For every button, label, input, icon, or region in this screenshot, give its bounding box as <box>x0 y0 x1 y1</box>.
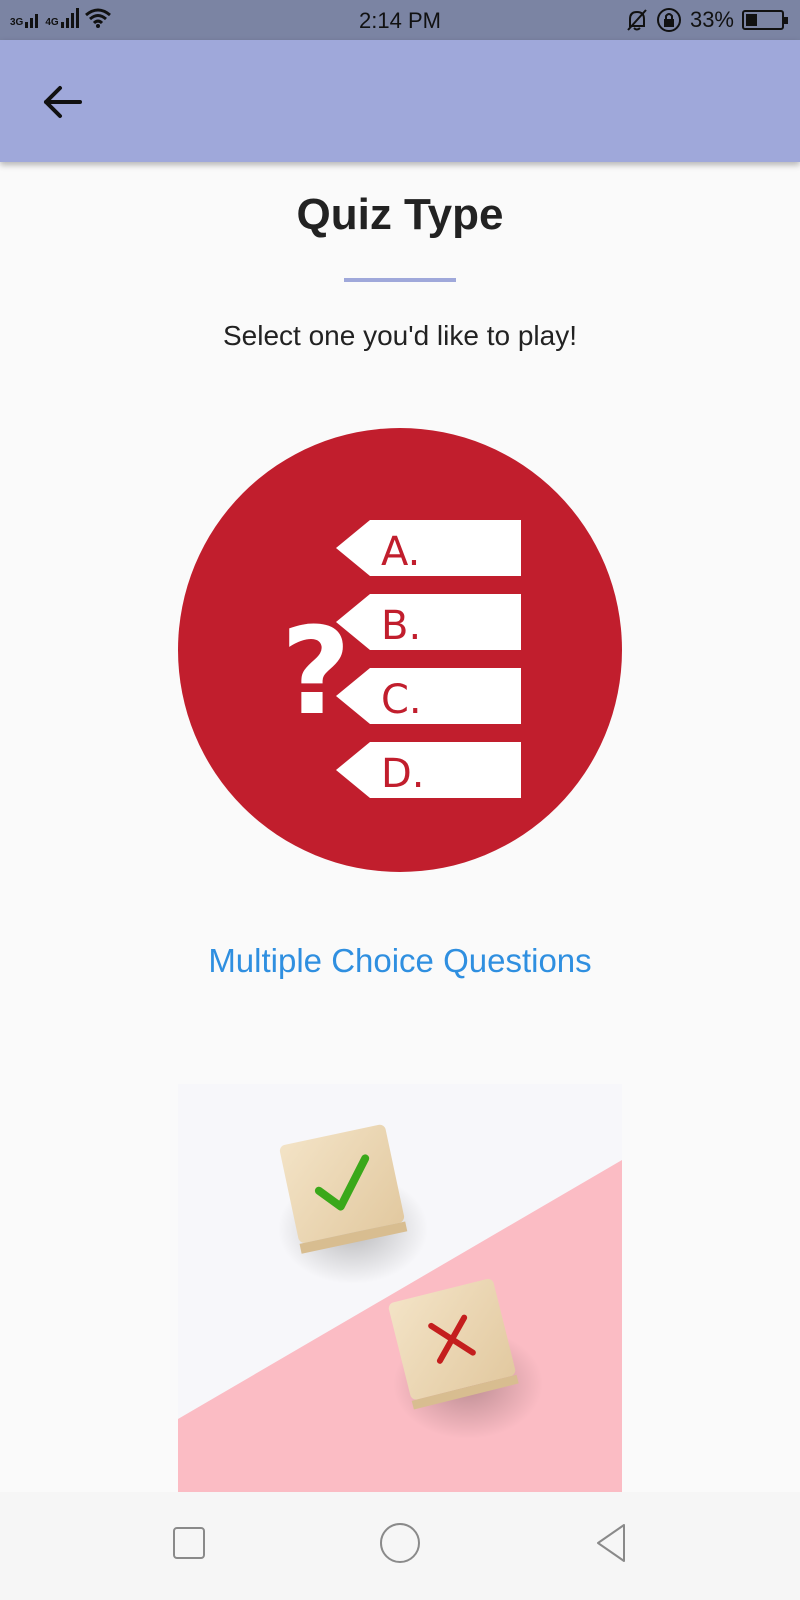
option-label: B. <box>381 603 421 649</box>
page-title: Quiz Type <box>296 190 504 239</box>
title-divider <box>344 278 456 282</box>
option-label: D. <box>381 751 425 797</box>
status-bar: 3G 4G 2:14 PM 33% <box>0 0 800 40</box>
system-nav-bar <box>0 1492 800 1600</box>
battery-percent: 33% <box>689 7 734 32</box>
option-label: C. <box>381 677 422 723</box>
battery-level <box>746 14 758 26</box>
home-circle-icon <box>380 1523 420 1563</box>
option-tag-d: D. <box>336 742 521 798</box>
multiple-choice-image[interactable]: ? A. B. C. D. <box>178 428 622 872</box>
option-label: A. <box>381 529 420 575</box>
page-subtitle: Select one you'd like to play! <box>222 320 577 351</box>
option-tag-c: C. <box>336 668 521 724</box>
multiple-choice-link[interactable]: Multiple Choice Questions <box>0 942 800 980</box>
battery-icon <box>742 10 788 30</box>
recents-button[interactable] <box>166 1520 212 1566</box>
home-button[interactable] <box>377 1520 423 1566</box>
rotation-lock-icon <box>656 8 681 32</box>
back-button[interactable] <box>38 82 86 122</box>
arrow-left-icon <box>44 86 82 118</box>
status-right: 33% <box>626 7 788 33</box>
true-false-image[interactable] <box>178 1084 622 1492</box>
check-block <box>279 1124 408 1254</box>
recents-square-icon <box>173 1527 205 1559</box>
app-bar <box>0 40 800 162</box>
option-tag-a: A. <box>336 520 521 576</box>
back-triangle-icon <box>597 1524 625 1562</box>
bell-off-icon <box>627 9 647 31</box>
option-tag-b: B. <box>336 594 521 650</box>
nav-back-button[interactable] <box>590 1520 636 1566</box>
